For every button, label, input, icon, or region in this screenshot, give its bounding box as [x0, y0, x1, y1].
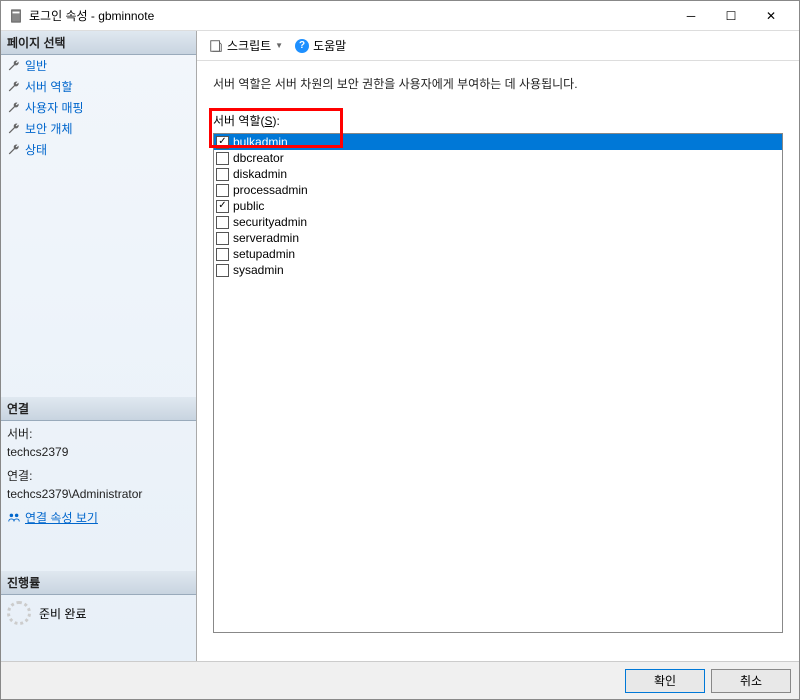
- checkbox[interactable]: [216, 168, 229, 181]
- body: 페이지 선택 일반 서버 역할 사용자 매핑 보안 개체: [1, 31, 799, 661]
- view-connection-props-link[interactable]: 연결 속성 보기: [7, 509, 190, 527]
- users-icon: [7, 511, 21, 525]
- sidebar-item-label: 사용자 매핑: [25, 99, 84, 116]
- sidebar-item-label: 일반: [25, 57, 47, 74]
- role-name: bulkadmin: [233, 135, 288, 149]
- toolbar: 스크립트 ▼ ? 도움말: [197, 31, 799, 61]
- list-item[interactable]: setupadmin: [214, 246, 782, 262]
- role-name: diskadmin: [233, 167, 287, 181]
- link-label: 연결 속성 보기: [25, 509, 98, 527]
- checkbox[interactable]: [216, 184, 229, 197]
- role-name: processadmin: [233, 183, 308, 197]
- connection-header: 연결: [1, 397, 196, 421]
- cancel-button[interactable]: 취소: [711, 669, 791, 693]
- wrench-icon: [7, 101, 21, 115]
- roles-label: 서버 역할(S):: [213, 112, 783, 129]
- checkbox[interactable]: [216, 216, 229, 229]
- role-name: serveradmin: [233, 231, 299, 245]
- checkbox[interactable]: [216, 248, 229, 261]
- progress-status: 준비 완료: [39, 605, 87, 622]
- connection-label: 연결:: [7, 467, 190, 485]
- close-button[interactable]: ✕: [751, 2, 791, 30]
- sidebar: 페이지 선택 일반 서버 역할 사용자 매핑 보안 개체: [1, 31, 197, 661]
- list-item[interactable]: diskadmin: [214, 166, 782, 182]
- maximize-button[interactable]: ☐: [711, 2, 751, 30]
- page-select-header: 페이지 선택: [1, 31, 196, 55]
- window-controls: ─ ☐ ✕: [671, 2, 791, 30]
- list-item[interactable]: serveradmin: [214, 230, 782, 246]
- content: 서버 역할은 서버 차원의 보안 권한을 사용자에게 부여하는 데 사용됩니다.…: [197, 61, 799, 661]
- sidebar-item-label: 보안 개체: [25, 120, 73, 137]
- wrench-icon: [7, 80, 21, 94]
- server-value: techcs2379: [7, 443, 190, 461]
- sidebar-item-general[interactable]: 일반: [1, 55, 196, 76]
- main-panel: 스크립트 ▼ ? 도움말 서버 역할은 서버 차원의 보안 권한을 사용자에게 …: [197, 31, 799, 661]
- titlebar: 로그인 속성 - gbminnote ─ ☐ ✕: [1, 1, 799, 31]
- window: 로그인 속성 - gbminnote ─ ☐ ✕ 페이지 선택 일반 서버 역할: [0, 0, 800, 700]
- list-item[interactable]: processadmin: [214, 182, 782, 198]
- checkbox[interactable]: ✓: [216, 136, 229, 149]
- roles-group: 서버 역할(S): ✓ bulkadmin dbcreator diskadmin pr…: [213, 112, 783, 633]
- script-icon: [209, 39, 223, 53]
- sidebar-item-securables[interactable]: 보안 개체: [1, 118, 196, 139]
- footer: 확인 취소: [1, 661, 799, 699]
- checkbox[interactable]: [216, 232, 229, 245]
- checkbox[interactable]: ✓: [216, 200, 229, 213]
- list-item[interactable]: ✓ bulkadmin: [214, 134, 782, 150]
- sidebar-items: 일반 서버 역할 사용자 매핑 보안 개체 상태: [1, 55, 196, 160]
- role-name: dbcreator: [233, 151, 284, 165]
- sidebar-item-user-mapping[interactable]: 사용자 매핑: [1, 97, 196, 118]
- sidebar-item-status[interactable]: 상태: [1, 139, 196, 160]
- list-item[interactable]: dbcreator: [214, 150, 782, 166]
- sidebar-item-server-roles[interactable]: 서버 역할: [1, 76, 196, 97]
- description-text: 서버 역할은 서버 차원의 보안 권한을 사용자에게 부여하는 데 사용됩니다.: [213, 75, 783, 92]
- chevron-down-icon: ▼: [275, 41, 283, 50]
- role-name: securityadmin: [233, 215, 307, 229]
- wrench-icon: [7, 122, 21, 136]
- minimize-button[interactable]: ─: [671, 2, 711, 30]
- sidebar-item-label: 서버 역할: [25, 78, 73, 95]
- server-label: 서버:: [7, 425, 190, 443]
- wrench-icon: [7, 143, 21, 157]
- database-icon: [9, 9, 23, 23]
- list-item[interactable]: securityadmin: [214, 214, 782, 230]
- help-button[interactable]: ? 도움말: [291, 35, 350, 56]
- window-title: 로그인 속성 - gbminnote: [29, 7, 671, 24]
- connection-section: 서버: techcs2379 연결: techcs2379\Administra…: [1, 421, 196, 531]
- list-item[interactable]: ✓ public: [214, 198, 782, 214]
- checkbox[interactable]: [216, 152, 229, 165]
- progress-spinner-icon: [7, 601, 31, 625]
- script-dropdown[interactable]: 스크립트 ▼: [205, 35, 287, 56]
- help-label: 도움말: [313, 37, 346, 54]
- role-name: setupadmin: [233, 247, 295, 261]
- wrench-icon: [7, 59, 21, 73]
- script-label: 스크립트: [227, 37, 271, 54]
- role-name: sysadmin: [233, 263, 284, 277]
- progress-header: 진행률: [1, 571, 196, 595]
- ok-button[interactable]: 확인: [625, 669, 705, 693]
- sidebar-item-label: 상태: [25, 141, 47, 158]
- progress-section: 준비 완료: [1, 595, 196, 631]
- help-icon: ?: [295, 39, 309, 53]
- role-name: public: [233, 199, 264, 213]
- roles-listbox[interactable]: ✓ bulkadmin dbcreator diskadmin processadmin…: [213, 133, 783, 633]
- list-item[interactable]: sysadmin: [214, 262, 782, 278]
- checkbox[interactable]: [216, 264, 229, 277]
- connection-value: techcs2379\Administrator: [7, 485, 190, 503]
